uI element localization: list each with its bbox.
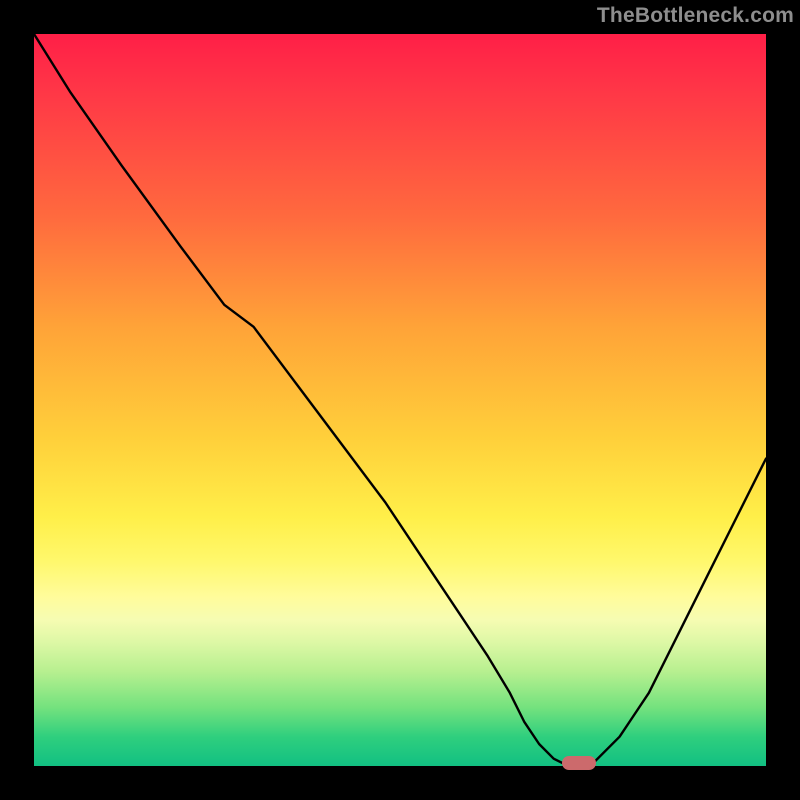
optimal-point-marker — [562, 756, 596, 770]
chart-frame: TheBottleneck.com — [0, 0, 800, 800]
watermark-text: TheBottleneck.com — [597, 4, 794, 28]
chart-plot-area — [34, 34, 766, 766]
bottleneck-curve — [34, 34, 766, 766]
